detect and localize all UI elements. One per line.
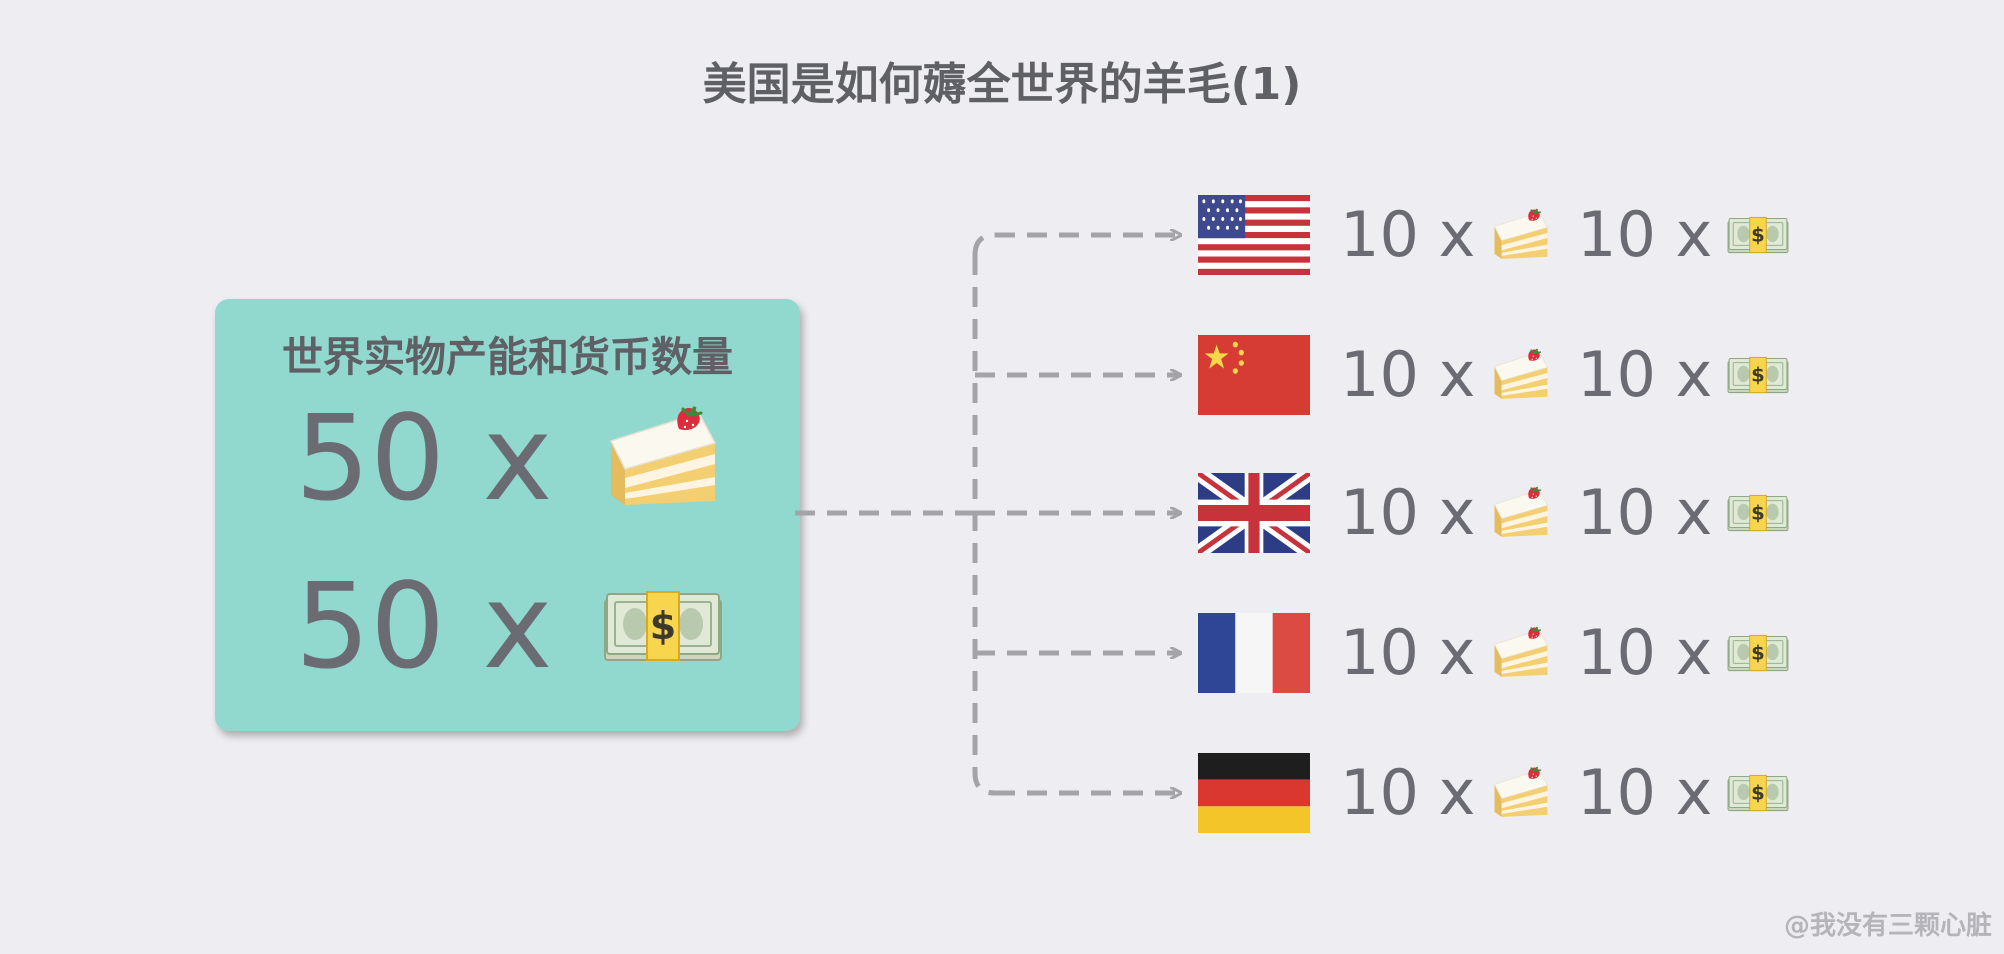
country-row-germany: 10 x 10 x (1198, 748, 1789, 838)
cake-slice-icon (1490, 625, 1552, 681)
money-bundle-icon (1727, 492, 1789, 534)
germany-flag-icon (1198, 753, 1310, 833)
us-flag-icon (1198, 195, 1310, 275)
uk-flag-icon (1198, 473, 1310, 553)
country-cake-quantity: 10 x (1340, 756, 1476, 829)
country-row-uk: 10 x 10 x (1198, 468, 1789, 558)
france-flag-icon (1198, 613, 1310, 693)
country-cake-quantity: 10 x (1340, 616, 1476, 689)
money-bundle-icon (1727, 354, 1789, 396)
cake-slice-icon (1490, 485, 1552, 541)
cake-slice-icon (1490, 207, 1552, 263)
money-bundle-icon (1727, 214, 1789, 256)
money-bundle-icon (1727, 632, 1789, 674)
country-row-china: 10 x 10 x (1198, 330, 1789, 420)
country-cake-quantity: 10 x (1340, 476, 1476, 549)
country-row-france: 10 x 10 x (1198, 608, 1789, 698)
china-flag-icon (1198, 335, 1310, 415)
country-money-quantity: 10 x (1577, 338, 1713, 411)
country-row-us: 10 x 10 x (1198, 190, 1789, 280)
country-cake-quantity: 10 x (1340, 338, 1476, 411)
cake-slice-icon (1490, 347, 1552, 403)
country-money-quantity: 10 x (1577, 198, 1713, 271)
country-money-quantity: 10 x (1577, 476, 1713, 549)
country-cake-quantity: 10 x (1340, 198, 1476, 271)
money-bundle-icon (1727, 772, 1789, 814)
country-money-quantity: 10 x (1577, 616, 1713, 689)
watermark: @我没有三颗心脏 (1783, 911, 1992, 941)
cake-slice-icon (1490, 765, 1552, 821)
country-money-quantity: 10 x (1577, 756, 1713, 829)
